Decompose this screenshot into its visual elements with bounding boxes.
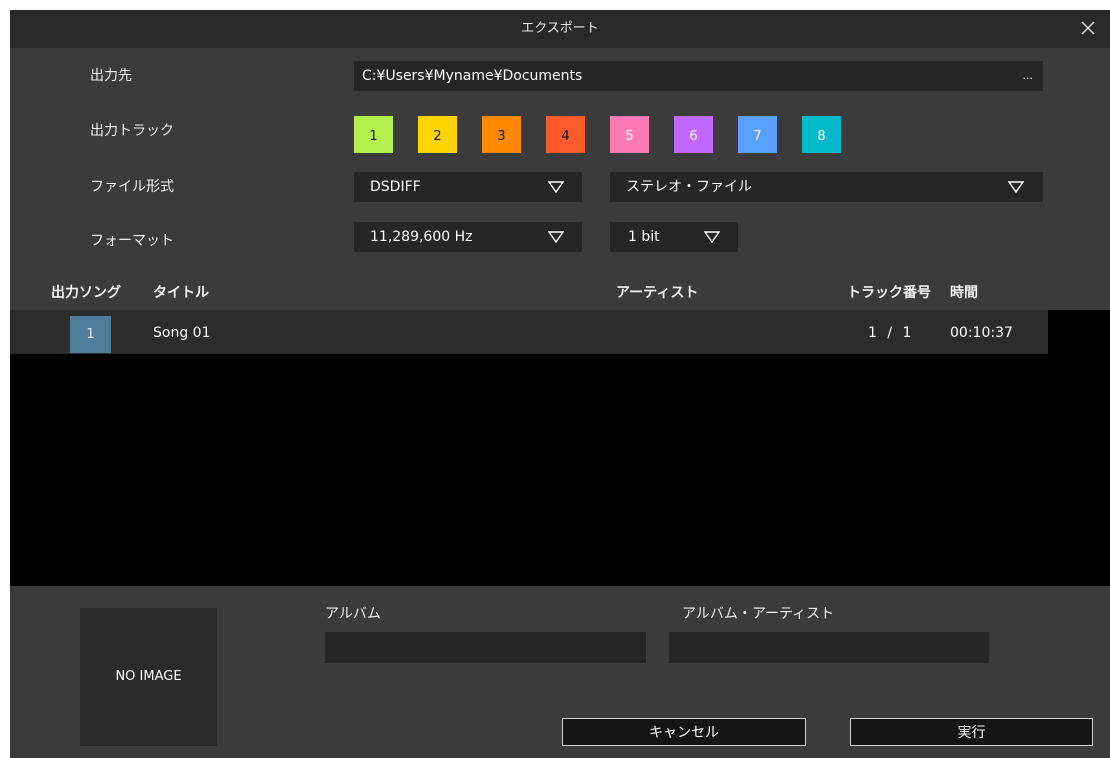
- file-type-dropdown[interactable]: DSDIFF: [354, 172, 582, 202]
- browse-button[interactable]: ...: [1023, 61, 1034, 91]
- track-toggle-7[interactable]: 7: [738, 116, 777, 153]
- track-label: 4: [561, 129, 570, 144]
- song-time: 00:10:37: [950, 325, 1013, 341]
- close-icon[interactable]: [1076, 16, 1100, 40]
- title-bar: エクスポート: [10, 10, 1110, 48]
- output-track-label: 出力トラック: [90, 123, 174, 139]
- run-button[interactable]: 実行: [850, 718, 1093, 746]
- track-toggle-3[interactable]: 3: [482, 116, 521, 153]
- column-header-time: 時間: [950, 285, 978, 301]
- chevron-down-icon: [548, 231, 564, 244]
- chevron-down-icon: [548, 181, 564, 194]
- artwork-placeholder[interactable]: NO IMAGE: [80, 608, 217, 746]
- output-path-value: C:¥Users¥Myname¥Documents: [362, 68, 583, 84]
- channel-mode-dropdown[interactable]: ステレオ・ファイル: [610, 172, 1043, 202]
- column-header-artist: アーティスト: [616, 285, 699, 301]
- album-artist-label: アルバム・アーティスト: [682, 606, 835, 622]
- track-toggle-8[interactable]: 8: [802, 116, 841, 153]
- album-field[interactable]: [325, 632, 646, 663]
- column-header-song: 出力ソング: [51, 285, 121, 301]
- album-artist-field[interactable]: [669, 632, 989, 663]
- song-title: Song 01: [153, 325, 211, 341]
- song-number-toggle[interactable]: 1: [70, 316, 111, 353]
- song-track-number: 1 / 1: [868, 325, 912, 341]
- bit-depth-value: 1 bit: [628, 229, 660, 245]
- chevron-down-icon: [704, 231, 720, 244]
- column-header-title: タイトル: [153, 285, 209, 301]
- track-label: 1: [369, 129, 378, 144]
- file-type-value: DSDIFF: [370, 179, 421, 195]
- track-label: 5: [625, 129, 634, 144]
- track-toggle-6[interactable]: 6: [674, 116, 713, 153]
- table-row[interactable]: 1 Song 01 1 / 1 00:10:37: [10, 310, 1048, 354]
- cancel-button[interactable]: キャンセル: [562, 718, 806, 746]
- track-toggle-4[interactable]: 4: [546, 116, 585, 153]
- track-toggle-1[interactable]: 1: [354, 116, 393, 153]
- file-format-label: ファイル形式: [90, 179, 174, 195]
- export-dialog: エクスポート 出力先 C:¥Users¥Myname¥Documents ...…: [10, 10, 1110, 758]
- track-label: 7: [753, 129, 762, 144]
- channel-mode-value: ステレオ・ファイル: [626, 179, 752, 195]
- track-toggle-5[interactable]: 5: [610, 116, 649, 153]
- bit-depth-dropdown[interactable]: 1 bit: [610, 222, 738, 252]
- metadata-panel: NO IMAGE アルバム アルバム・アーティスト キャンセル 実行: [10, 586, 1110, 758]
- dialog-title: エクスポート: [521, 21, 599, 36]
- album-label: アルバム: [325, 606, 381, 622]
- track-label: 8: [817, 129, 826, 144]
- sample-rate-value: 11,289,600 Hz: [370, 229, 473, 245]
- song-list: 1 Song 01 1 / 1 00:10:37: [10, 310, 1110, 586]
- track-label: 2: [433, 129, 442, 144]
- sample-rate-dropdown[interactable]: 11,289,600 Hz: [354, 222, 582, 252]
- track-label: 3: [497, 129, 506, 144]
- column-header-track-no: トラック番号: [847, 285, 931, 301]
- track-toggle-2[interactable]: 2: [418, 116, 457, 153]
- chevron-down-icon: [1008, 181, 1024, 194]
- track-label: 6: [689, 129, 698, 144]
- format-label: フォーマット: [90, 233, 174, 249]
- output-path-field[interactable]: C:¥Users¥Myname¥Documents ...: [354, 61, 1043, 91]
- output-dest-label: 出力先: [90, 68, 132, 84]
